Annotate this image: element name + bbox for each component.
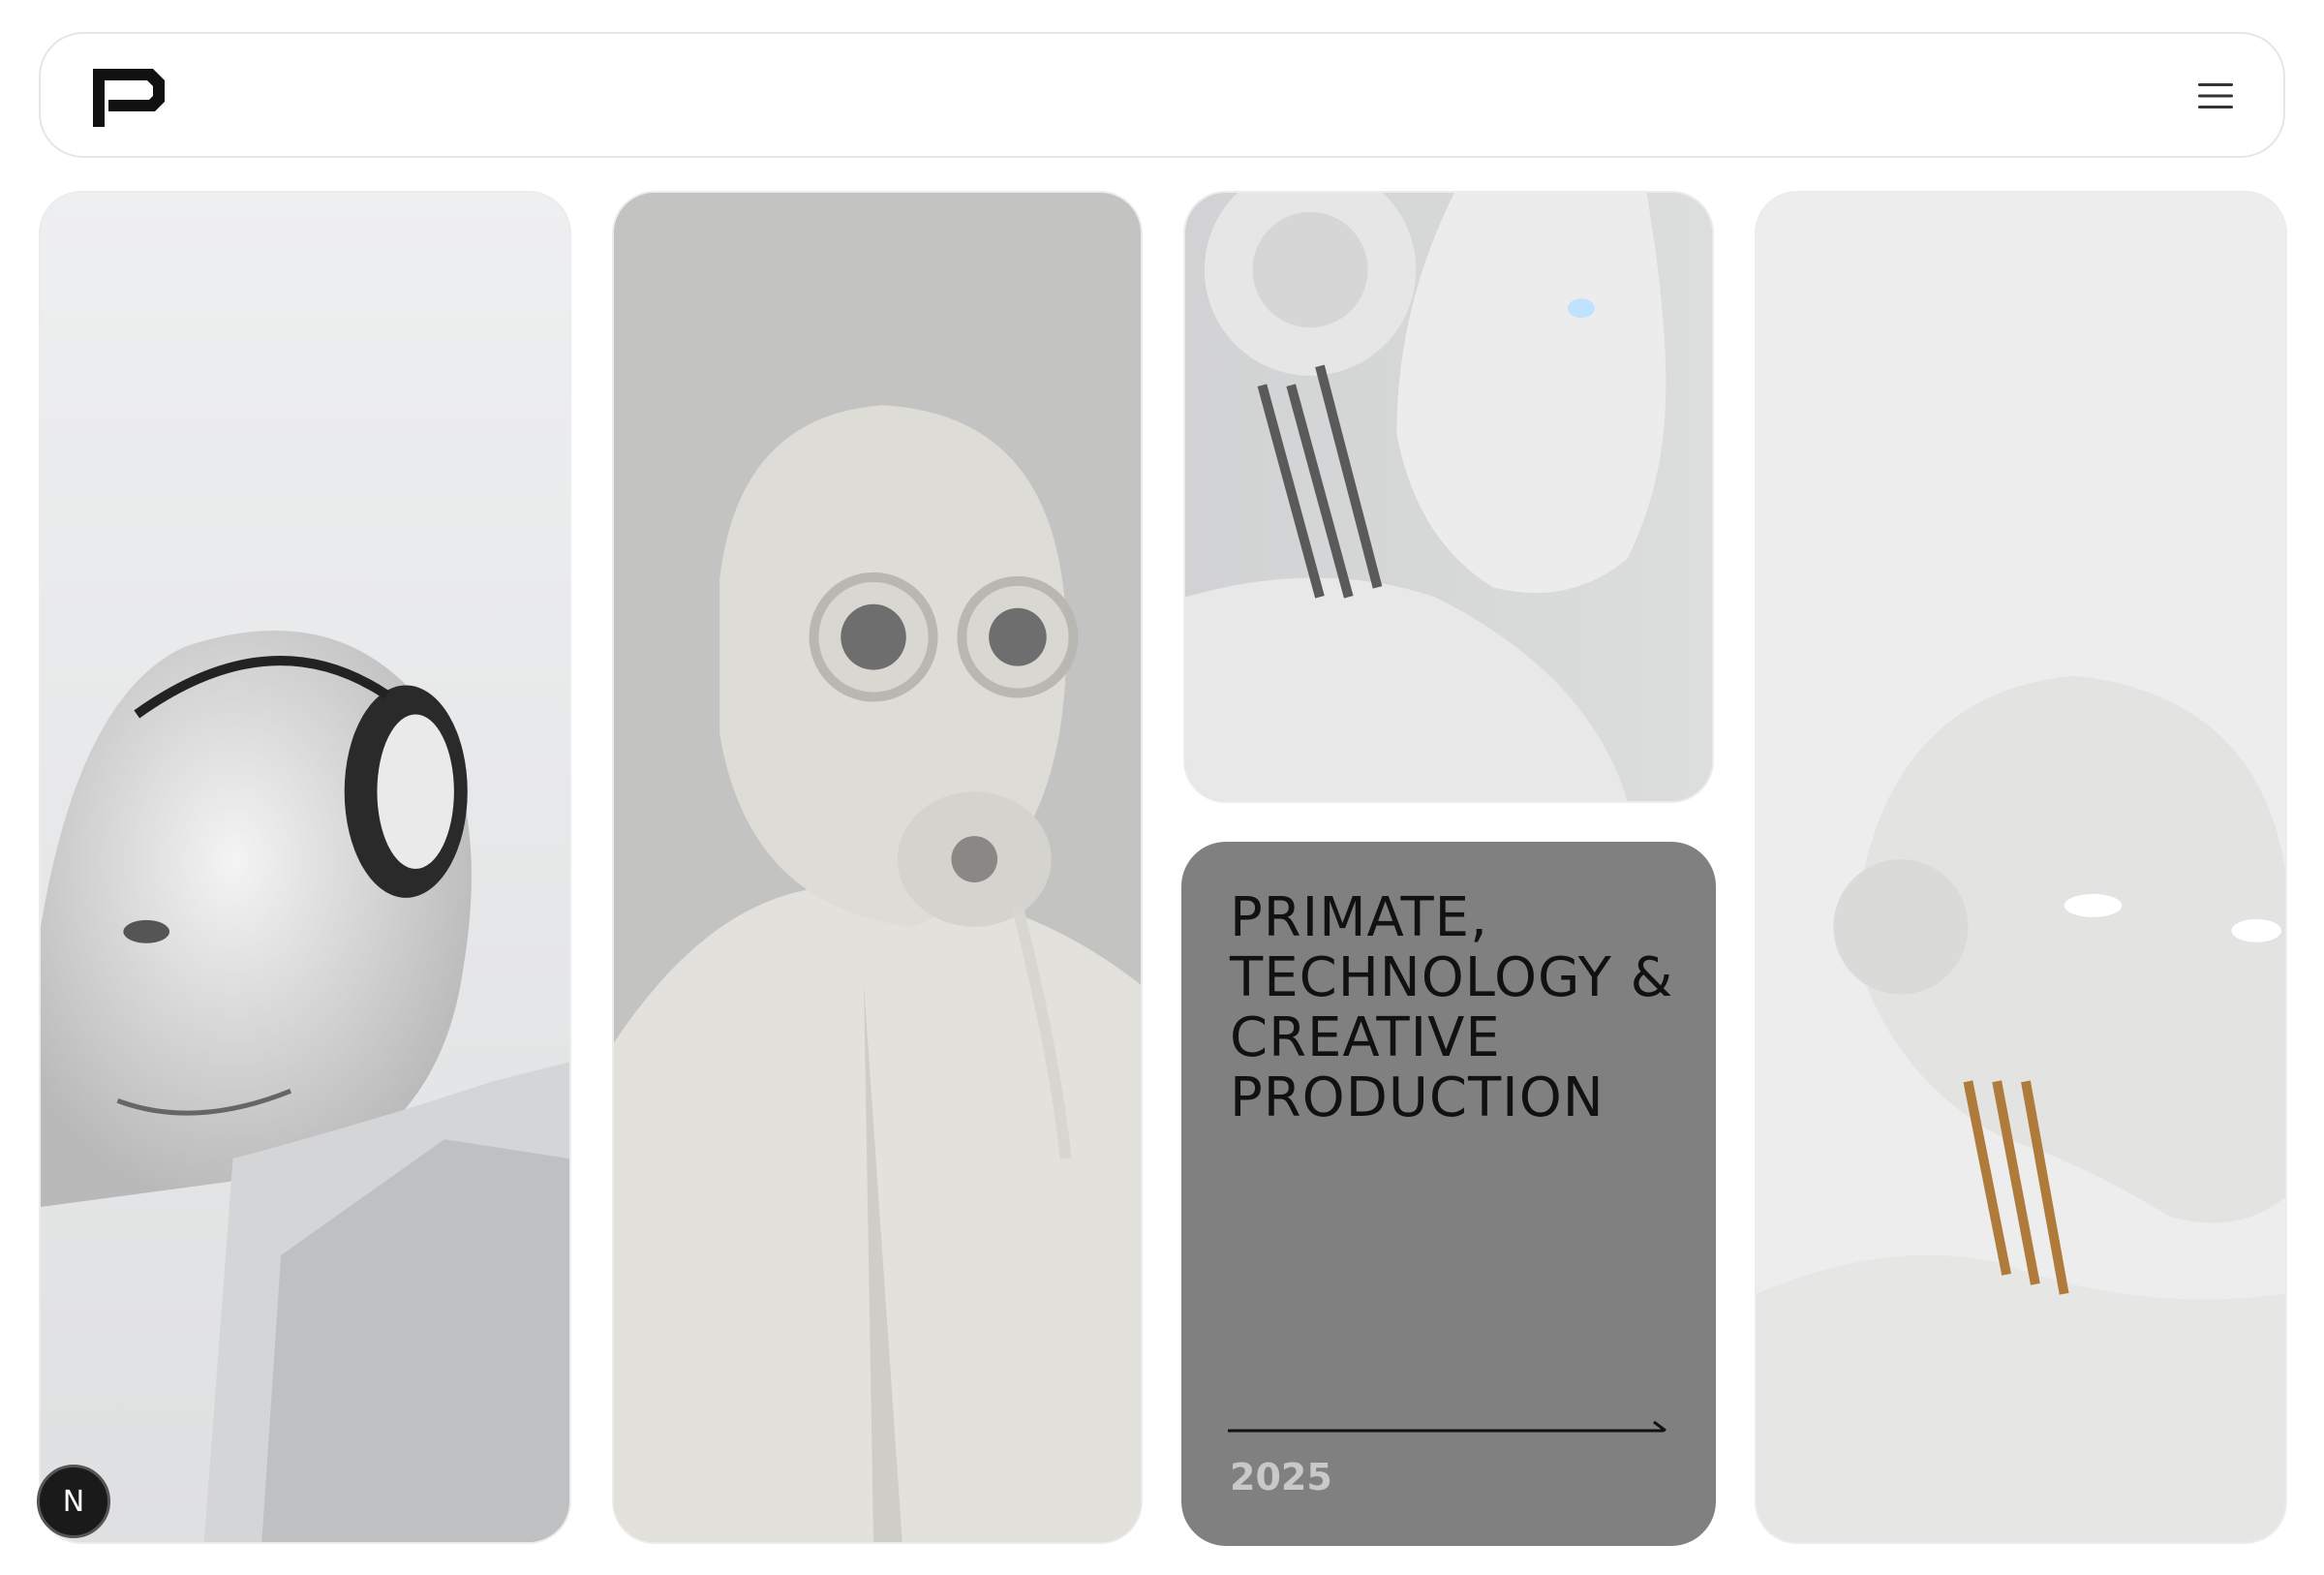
framework-dev-badge[interactable]: N [37, 1465, 110, 1538]
robot-profile-image [1185, 193, 1712, 801]
image-card-gas-mask[interactable] [612, 191, 1143, 1544]
long-arrow-right-icon[interactable] [1228, 1419, 1673, 1442]
image-card-primate[interactable] [39, 191, 571, 1544]
primate-cyborg-image [41, 193, 569, 1542]
hamburger-menu-icon[interactable] [2190, 71, 2241, 121]
feature-card-year: 2025 [1230, 1456, 1332, 1498]
brand-logo[interactable] [87, 63, 168, 131]
humanoid-robot-image [1757, 193, 2285, 1542]
feature-card[interactable]: PRIMATE, TECHNOLOGY & CREATIVE PRODUCTIO… [1181, 842, 1716, 1546]
gas-mask-figure-image [614, 193, 1141, 1542]
image-card-humanoid-robot[interactable] [1755, 191, 2287, 1544]
top-nav-bar [39, 32, 2285, 158]
badge-label: N [62, 1484, 85, 1519]
feature-card-title: PRIMATE, TECHNOLOGY & CREATIVE PRODUCTIO… [1230, 886, 1674, 1129]
image-card-robot-profile[interactable] [1183, 191, 1714, 803]
